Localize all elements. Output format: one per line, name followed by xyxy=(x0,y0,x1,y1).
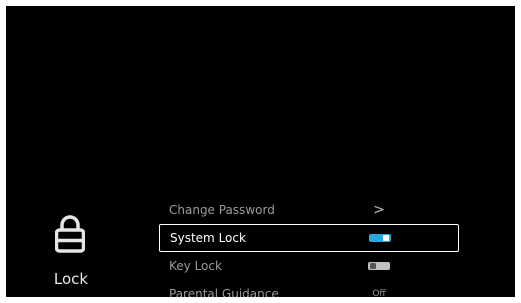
menu-item-key-lock[interactable]: Key Lock xyxy=(159,252,459,280)
system-lock-toggle[interactable] xyxy=(369,234,391,242)
chevron-right-icon: > xyxy=(373,202,385,218)
parental-guidance-value: Off xyxy=(372,289,386,297)
menu-item-label: Parental Guidance xyxy=(169,287,279,297)
category-label: Lock xyxy=(53,270,89,288)
menu-item-change-password[interactable]: Change Password > xyxy=(159,196,459,224)
menu-item-system-lock[interactable]: System Lock xyxy=(159,224,459,252)
toggle-knob xyxy=(370,263,376,269)
menu-item-label: Change Password xyxy=(169,203,275,217)
lock-menu: Change Password > System Lock Key Lock P… xyxy=(159,196,459,297)
menu-item-label: System Lock xyxy=(170,231,246,245)
menu-item-label: Key Lock xyxy=(169,259,222,273)
menu-item-parental-guidance[interactable]: Parental Guidance Off xyxy=(159,280,459,297)
lock-icon xyxy=(55,215,85,253)
tv-settings-screen: Lock Change Password > System Lock Key L… xyxy=(6,6,515,297)
toggle-knob xyxy=(383,235,389,241)
key-lock-toggle[interactable] xyxy=(368,262,390,270)
